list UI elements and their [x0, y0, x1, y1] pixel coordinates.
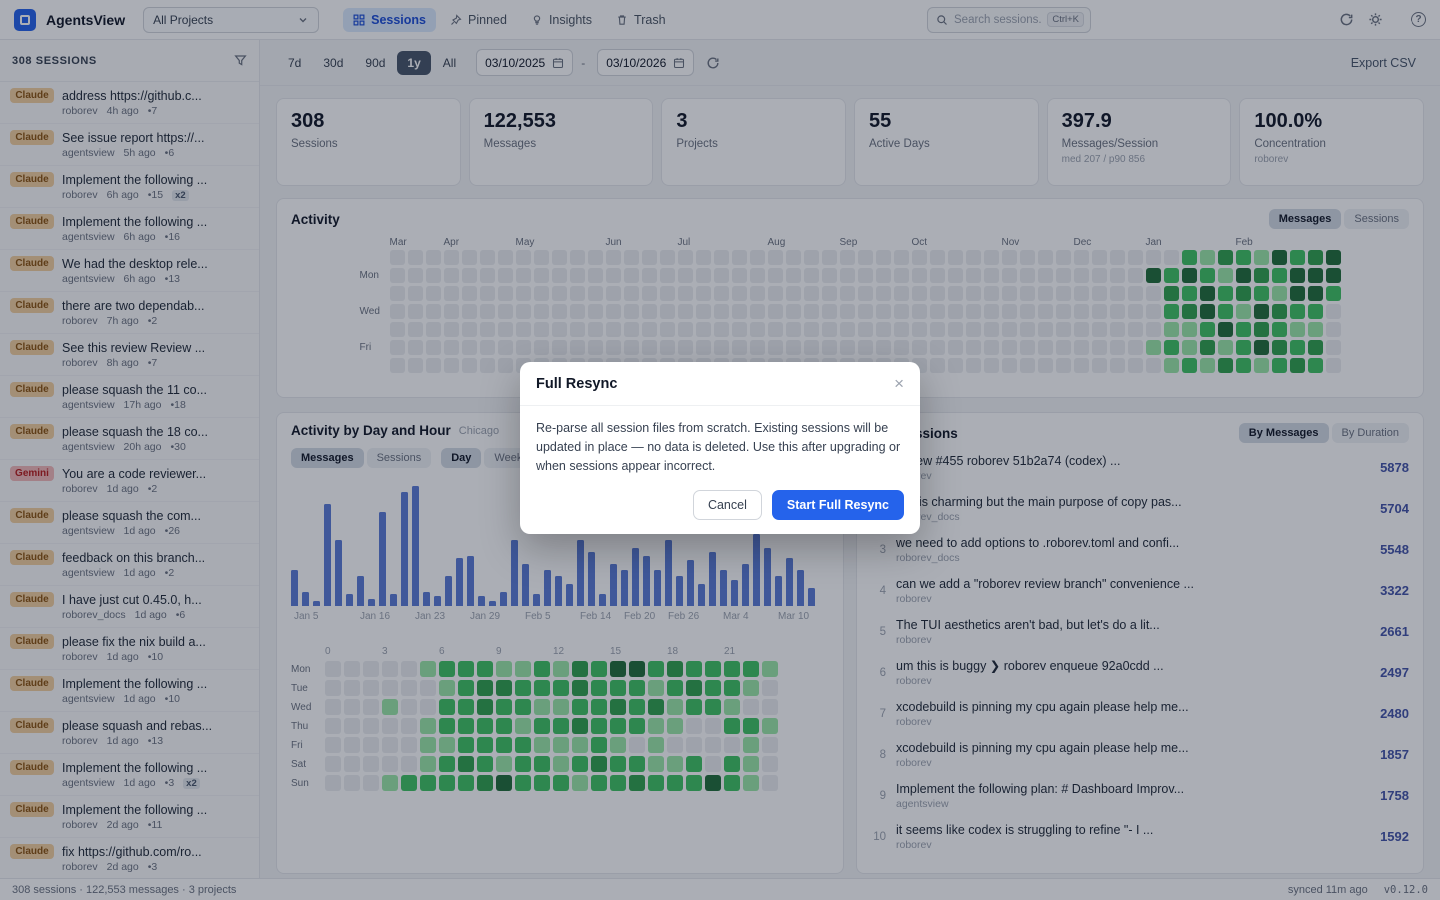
full-resync-modal: Full Resync × Re-parse all session files…: [520, 362, 920, 534]
modal-title: Full Resync: [536, 376, 617, 392]
start-full-resync-button[interactable]: Start Full Resync: [772, 490, 904, 520]
modal-body-text: Re-parse all session files from scratch.…: [520, 406, 920, 488]
cancel-button[interactable]: Cancel: [693, 490, 762, 520]
close-icon[interactable]: ×: [894, 375, 904, 392]
